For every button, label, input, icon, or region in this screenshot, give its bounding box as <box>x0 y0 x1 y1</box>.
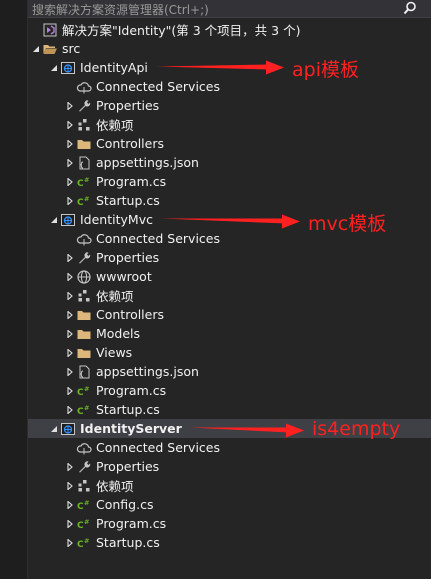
annotation-arrow <box>156 64 270 70</box>
annotation-arrowhead <box>282 214 300 229</box>
annotation-arrow <box>161 218 286 224</box>
annotation-arrowhead <box>266 60 284 75</box>
annotation-label: mvc模板 <box>308 212 387 235</box>
annotation-label: is4empty <box>312 417 401 440</box>
annotation-arrow <box>190 427 290 433</box>
annotation-label: api模板 <box>292 58 359 81</box>
annotation-layer <box>156 60 304 438</box>
annotation-arrowhead <box>286 423 304 438</box>
